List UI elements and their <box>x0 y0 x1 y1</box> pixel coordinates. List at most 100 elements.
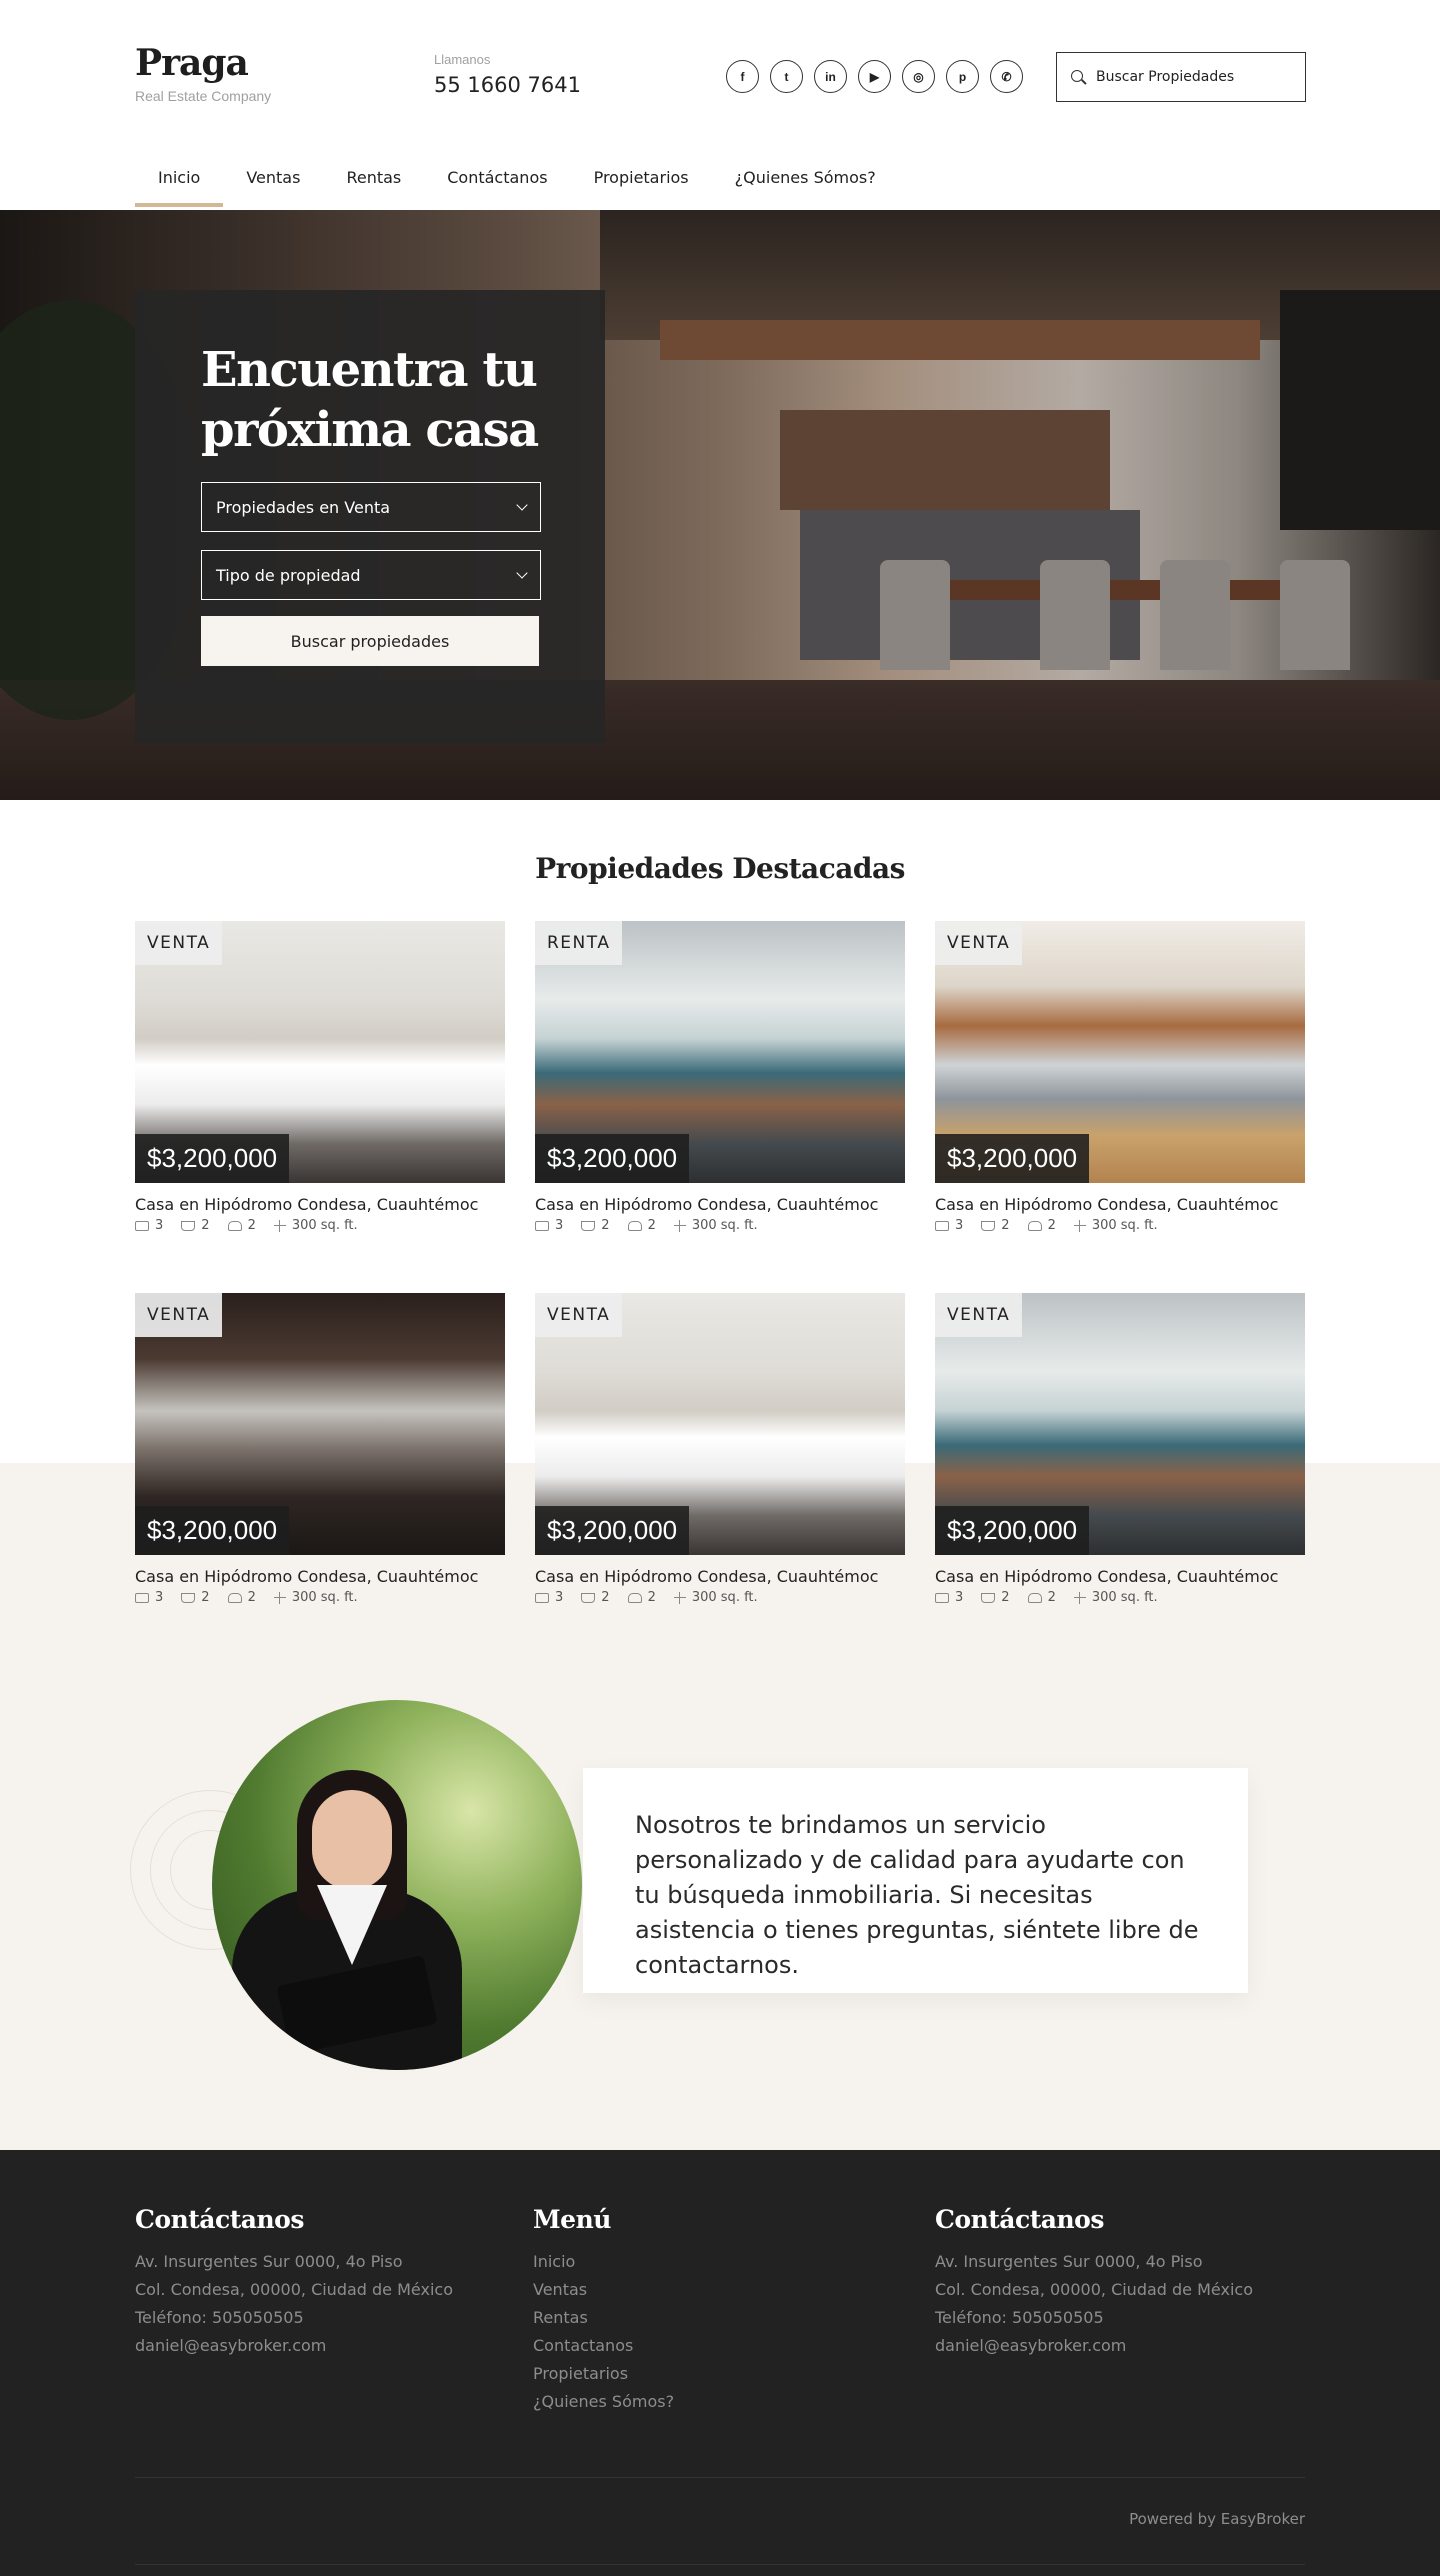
bedrooms-count: 3 <box>555 1590 564 1605</box>
nav-item-inicio[interactable]: Inicio <box>135 160 224 207</box>
footer-address-line2: Col. Condesa, 00000, Ciudad de México <box>135 2280 453 2299</box>
area-stat: 300 sq. ft. <box>673 1590 758 1605</box>
property-title[interactable]: Casa en Hipódromo Condesa, Cuauhtémoc <box>935 1567 1305 1586</box>
footer-contact: Contáctanos Av. Insurgentes Sur 0000, 4o… <box>135 2205 453 2360</box>
pinterest-icon[interactable]: p <box>946 60 979 93</box>
property-card[interactable]: RENTA $3,200,000 Casa en Hipódromo Conde… <box>535 921 905 1233</box>
nav-item-ventas[interactable]: Ventas <box>223 160 323 207</box>
property-type-select[interactable]: Tipo de propiedad <box>201 550 541 600</box>
listing-type-badge: VENTA <box>535 1293 623 1337</box>
property-photo[interactable]: VENTA $3,200,000 <box>935 921 1305 1183</box>
listing-type-badge: VENTA <box>935 921 1023 965</box>
property-card[interactable]: VENTA $3,200,000 Casa en Hipódromo Conde… <box>935 921 1305 1233</box>
property-stats: 3 2 2 300 sq. ft. <box>135 1590 505 1605</box>
property-price: $3,200,000 <box>135 1134 290 1183</box>
car-icon <box>627 1220 642 1231</box>
area-stat: 300 sq. ft. <box>1073 1590 1158 1605</box>
footer-phone[interactable]: Teléfono: 505050505 <box>935 2304 1253 2332</box>
property-title[interactable]: Casa en Hipódromo Condesa, Cuauhtémoc <box>935 1195 1305 1214</box>
bedrooms-count: 3 <box>155 1218 164 1233</box>
footer-link-inicio[interactable]: Inicio <box>533 2248 674 2276</box>
operation-select-value: Propiedades en Venta <box>216 497 391 517</box>
brand-tagline: Real Estate Company <box>135 88 272 104</box>
chevron-down-icon <box>516 499 528 511</box>
footer-email[interactable]: daniel@easybroker.com <box>135 2332 453 2360</box>
powered-by-link[interactable]: Powered by EasyBroker <box>1129 2510 1305 2528</box>
search-properties-button[interactable]: Buscar propiedades <box>201 616 539 666</box>
search-icon[interactable] <box>1071 69 1086 85</box>
property-title[interactable]: Casa en Hipódromo Condesa, Cuauhtémoc <box>135 1567 505 1586</box>
property-price: $3,200,000 <box>935 1506 1090 1555</box>
property-photo[interactable]: VENTA $3,200,000 <box>535 1293 905 1555</box>
search-input[interactable] <box>1096 69 1296 85</box>
nav-item-quienes-somos[interactable]: ¿Quienes Sómos? <box>712 160 899 207</box>
area-value: 300 sq. ft. <box>691 1590 758 1605</box>
property-title[interactable]: Casa en Hipódromo Condesa, Cuauhtémoc <box>535 1567 905 1586</box>
twitter-icon[interactable]: t <box>770 60 803 93</box>
brand-name: Praga <box>135 42 249 84</box>
bedrooms-count: 3 <box>955 1218 964 1233</box>
parking-count: 2 <box>1047 1590 1056 1605</box>
footer-email[interactable]: daniel@easybroker.com <box>935 2332 1253 2360</box>
hero-photo-table <box>940 580 1290 600</box>
footer-phone[interactable]: Teléfono: 505050505 <box>135 2304 453 2332</box>
bathrooms-stat: 2 <box>581 1218 610 1233</box>
nav-item-propietarios[interactable]: Propietarios <box>571 160 712 207</box>
bed-icon <box>535 1220 549 1231</box>
footer-link-contactanos[interactable]: Contactanos <box>533 2332 674 2360</box>
property-photo[interactable]: VENTA $3,200,000 <box>135 921 505 1183</box>
nav-item-rentas[interactable]: Rentas <box>323 160 424 207</box>
hero-photo-chair <box>1280 560 1350 670</box>
hero-title-line2: próxima casa <box>201 402 539 458</box>
featured-title: Propiedades Destacadas <box>535 852 905 885</box>
footer-link-ventas[interactable]: Ventas <box>533 2276 674 2304</box>
instagram-icon[interactable]: ◎ <box>902 60 935 93</box>
social-links: f t in ▶ ◎ p ✆ <box>726 60 1023 93</box>
bath-icon <box>181 1592 196 1603</box>
bathrooms-stat: 2 <box>181 1590 210 1605</box>
linkedin-icon[interactable]: in <box>814 60 847 93</box>
bedrooms-stat: 3 <box>135 1218 163 1233</box>
car-icon <box>1027 1592 1042 1603</box>
footer-link-rentas[interactable]: Rentas <box>533 2304 674 2332</box>
search-box[interactable] <box>1056 52 1306 102</box>
bedrooms-stat: 3 <box>535 1590 563 1605</box>
property-photo[interactable]: VENTA $3,200,000 <box>935 1293 1305 1555</box>
facebook-icon[interactable]: f <box>726 60 759 93</box>
area-value: 300 sq. ft. <box>1091 1218 1158 1233</box>
footer-link-propietarios[interactable]: Propietarios <box>533 2360 674 2388</box>
bedrooms-count: 3 <box>155 1590 164 1605</box>
bathrooms-count: 2 <box>201 1218 210 1233</box>
bathrooms-stat: 2 <box>181 1218 210 1233</box>
youtube-icon[interactable]: ▶ <box>858 60 891 93</box>
footer-menu: Menú Inicio Ventas Rentas Contactanos Pr… <box>533 2205 674 2416</box>
property-price: $3,200,000 <box>935 1134 1090 1183</box>
property-card[interactable]: VENTA $3,200,000 Casa en Hipódromo Conde… <box>535 1293 905 1605</box>
property-title[interactable]: Casa en Hipódromo Condesa, Cuauhtémoc <box>135 1195 505 1214</box>
nav-item-contactanos[interactable]: Contáctanos <box>424 160 570 207</box>
whatsapp-icon[interactable]: ✆ <box>990 60 1023 93</box>
footer-link-quienes-somos[interactable]: ¿Quienes Sómos? <box>533 2388 674 2416</box>
phone-number[interactable]: 55 1660 7641 <box>434 73 581 97</box>
operation-select[interactable]: Propiedades en Venta <box>201 482 541 532</box>
property-stats: 3 2 2 300 sq. ft. <box>935 1218 1305 1233</box>
search-panel: Encuentra tu próxima casa Propiedades en… <box>135 290 605 743</box>
property-photo[interactable]: VENTA $3,200,000 <box>135 1293 505 1555</box>
property-title[interactable]: Casa en Hipódromo Condesa, Cuauhtémoc <box>535 1195 905 1214</box>
hero-title: Encuentra tu próxima casa <box>201 340 539 460</box>
bed-icon <box>135 1220 149 1231</box>
property-photo[interactable]: RENTA $3,200,000 <box>535 921 905 1183</box>
property-type-select-value: Tipo de propiedad <box>216 565 361 585</box>
property-card[interactable]: VENTA $3,200,000 Casa en Hipódromo Conde… <box>935 1293 1305 1605</box>
footer-contact-title: Contáctanos <box>135 2205 304 2234</box>
brand-logo[interactable]: Praga Real Estate Company <box>135 42 271 104</box>
car-icon <box>227 1592 242 1603</box>
property-card[interactable]: VENTA $3,200,000 Casa en Hipódromo Conde… <box>135 921 505 1233</box>
about-text: Nosotros te brindamos un servicio person… <box>635 1811 1199 1979</box>
footer-address-line1: Av. Insurgentes Sur 0000, 4o Piso <box>935 2252 1203 2271</box>
call-us: Llamanos 55 1660 7641 <box>434 52 581 97</box>
property-card[interactable]: VENTA $3,200,000 Casa en Hipódromo Conde… <box>135 1293 505 1605</box>
bathrooms-count: 2 <box>601 1218 610 1233</box>
parking-count: 2 <box>1047 1218 1056 1233</box>
bathrooms-count: 2 <box>201 1590 210 1605</box>
